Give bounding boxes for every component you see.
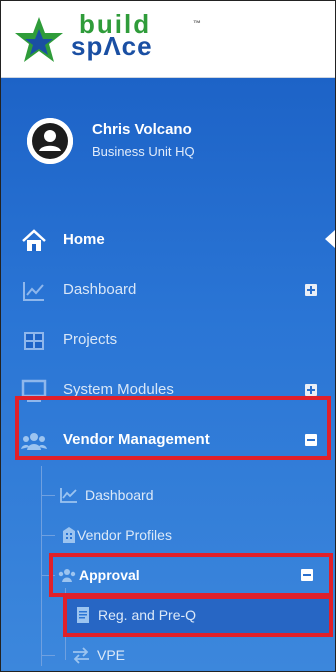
app-frame: build spΛce ™ Chris Volcano Business Uni… (0, 0, 336, 672)
logo-tm: ™ (193, 19, 201, 28)
logo-line2: spΛce (71, 31, 153, 61)
submenu-item-vpe[interactable]: VPE (1, 635, 335, 671)
highlight-box-vendor-management (15, 396, 331, 460)
sidebar-item-home[interactable]: Home (1, 216, 335, 266)
line-chart-icon (23, 282, 44, 301)
expand-plus-icon[interactable] (305, 284, 317, 296)
logo-bar: build spΛce ™ (1, 1, 335, 78)
active-indicator (325, 230, 335, 248)
user-name: Chris Volcano (92, 121, 192, 138)
avatar[interactable] (27, 118, 73, 164)
sidebar-item-label: Dashboard (63, 281, 137, 298)
highlight-box-reg-and-pre-q (63, 595, 333, 637)
expand-plus-icon[interactable] (305, 384, 317, 396)
user-icon (27, 118, 73, 164)
logo-text: build spΛce ™ (71, 11, 201, 61)
line-chart-icon (60, 488, 77, 503)
home-icon (22, 229, 46, 251)
user-profile[interactable]: Chris Volcano Business Unit HQ (1, 78, 335, 208)
sidebar-item-label: Home (63, 231, 105, 248)
submenu-item-label: VPE (97, 647, 126, 663)
sidebar-item-dashboard[interactable]: Dashboard (1, 266, 335, 316)
highlight-box-approval (49, 553, 333, 597)
building-icon (63, 527, 75, 543)
user-business-unit: Business Unit HQ (92, 144, 195, 159)
logo-star-icon (15, 17, 63, 62)
sidebar-item-label: Projects (63, 331, 118, 348)
grid-icon (24, 332, 44, 350)
submenu-item-dashboard[interactable]: Dashboard (1, 475, 335, 515)
sidebar-item-projects[interactable]: Projects (1, 316, 335, 366)
exchange-icon (73, 647, 89, 664)
submenu-item-vendor-profiles[interactable]: Vendor Profiles (1, 515, 335, 555)
submenu-item-label: Vendor Profiles (77, 527, 172, 543)
submenu-item-label: Dashboard (85, 487, 154, 503)
sidebar: Chris Volcano Business Unit HQ Home Dash… (1, 78, 335, 671)
